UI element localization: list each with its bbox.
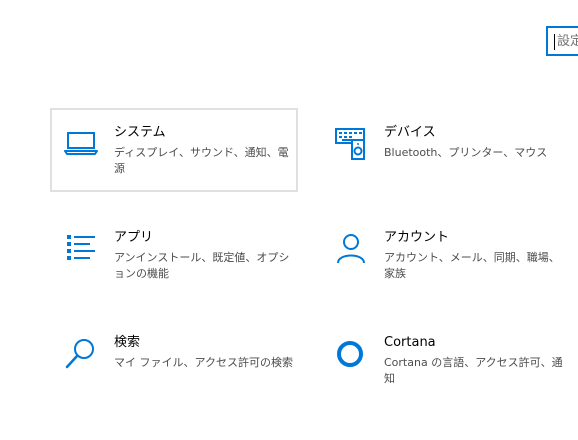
tile-title: 検索 — [114, 335, 141, 350]
tile-description: Bluetooth、プリンター、マウス — [384, 146, 548, 159]
tile-title: アプリ — [114, 230, 154, 245]
cortana-icon — [334, 336, 368, 370]
search-icon — [64, 336, 98, 370]
apps-list-icon — [64, 231, 98, 265]
tile-devices[interactable]: デバイス Bluetooth、プリンター、マウス — [320, 108, 568, 192]
tile-title: Cortana — [384, 335, 436, 350]
tile-description: アンインストール、既定値、オプションの機能 — [114, 251, 290, 280]
tile-apps[interactable]: アプリ アンインストール、既定値、オプションの機能 — [50, 213, 298, 297]
tile-accounts[interactable]: アカウント アカウント、メール、同期、職場、家族 — [320, 213, 568, 297]
tile-system[interactable]: システム ディスプレイ、サウンド、通知、電源 — [50, 108, 298, 192]
settings-search-box[interactable] — [546, 26, 578, 56]
laptop-icon — [64, 126, 98, 160]
tile-description: Cortana の言語、アクセス許可、通知 — [384, 356, 563, 385]
search-input[interactable] — [557, 31, 578, 51]
tile-title: アカウント — [384, 230, 450, 245]
text-caret — [554, 34, 555, 50]
devices-icon — [334, 126, 368, 160]
tile-description: ディスプレイ、サウンド、通知、電源 — [114, 146, 289, 175]
tile-description: マイ ファイル、アクセス許可の検索 — [114, 356, 293, 369]
person-icon — [334, 231, 368, 265]
tile-cortana[interactable]: Cortana Cortana の言語、アクセス許可、通知 — [320, 318, 568, 402]
tile-title: システム — [114, 125, 166, 140]
tile-search[interactable]: 検索 マイ ファイル、アクセス許可の検索 — [50, 318, 298, 402]
tile-description: アカウント、メール、同期、職場、家族 — [384, 251, 560, 280]
tile-title: デバイス — [384, 125, 436, 140]
